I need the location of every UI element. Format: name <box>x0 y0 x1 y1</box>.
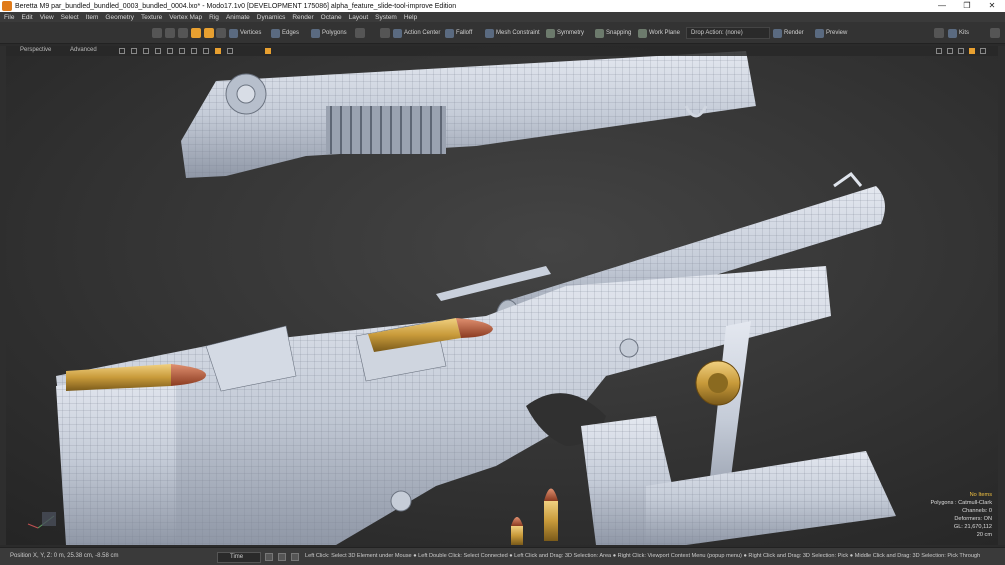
grip-mesh <box>56 371 176 545</box>
action-center-icon <box>393 28 402 38</box>
falloff-button[interactable]: Falloff <box>445 27 472 39</box>
view-settings-icon[interactable] <box>980 48 986 54</box>
menu-render[interactable]: Render <box>292 14 313 21</box>
menu-view[interactable]: View <box>40 14 54 21</box>
vertices-button[interactable]: Vertices <box>229 27 261 39</box>
symmetry-icon <box>546 28 555 38</box>
snapping-button[interactable]: Snapping <box>595 27 631 39</box>
time-toggle[interactable]: Time <box>217 552 261 563</box>
edit-view-icon[interactable] <box>969 48 975 54</box>
menu-system[interactable]: System <box>375 14 397 21</box>
menu-item[interactable]: Item <box>86 14 99 21</box>
move-view-icon[interactable] <box>936 48 942 54</box>
right-panel-edge[interactable] <box>998 46 1005 545</box>
preview-icon <box>815 28 824 38</box>
camera-icon[interactable] <box>167 48 173 54</box>
search-icon[interactable] <box>934 28 944 38</box>
items-mode-icon[interactable] <box>204 28 214 38</box>
menu-dynamics[interactable]: Dynamics <box>257 14 286 21</box>
selection-sets-icon[interactable] <box>355 28 365 38</box>
symmetry-button[interactable]: Symmetry <box>546 27 584 39</box>
close-button[interactable]: ✕ <box>980 0 1004 12</box>
materials-mode-icon[interactable] <box>216 28 226 38</box>
edges-icon <box>271 28 280 38</box>
active-option-icon[interactable] <box>215 48 221 54</box>
mesh-constraint-button[interactable]: Mesh Constraint <box>485 27 540 39</box>
deformers-info: Deformers: ON <box>954 516 992 522</box>
view-type-label[interactable]: Perspective <box>20 47 51 53</box>
render-button[interactable]: Render <box>773 27 804 39</box>
menu-geometry[interactable]: Geometry <box>105 14 134 21</box>
wireframe-icon[interactable] <box>131 48 137 54</box>
light-icon[interactable] <box>179 48 185 54</box>
kits-icon <box>948 28 957 38</box>
texture-icon[interactable] <box>155 48 161 54</box>
menu-select[interactable]: Select <box>61 14 79 21</box>
title-bar: Beretta M9 par_bundled_bundled_0003_bund… <box>0 0 1005 12</box>
menu-animate[interactable]: Animate <box>226 14 250 21</box>
work-plane-icon <box>638 28 647 38</box>
auto-select-icon[interactable] <box>191 28 201 38</box>
menu-help[interactable]: Help <box>404 14 417 21</box>
work-plane-button[interactable]: Work Plane <box>638 27 680 39</box>
kits-button[interactable]: Kits <box>948 27 969 39</box>
vertices-icon <box>229 28 238 38</box>
lock-icon[interactable] <box>227 48 233 54</box>
falloff-icon <box>445 28 454 38</box>
maximize-button[interactable]: ❐ <box>955 0 979 12</box>
rotate-view-icon[interactable] <box>947 48 953 54</box>
edges-button[interactable]: Edges <box>271 27 299 39</box>
items-count: No Items <box>969 492 992 498</box>
layout-button-2[interactable] <box>278 553 286 561</box>
render-icon <box>773 28 782 38</box>
cartridge-3 <box>544 488 558 541</box>
main-toolbar: Vertices Edges Polygons Action Center Fa… <box>0 22 1005 44</box>
polygons-icon <box>311 28 320 38</box>
layout-toggle-icon[interactable] <box>990 28 1000 38</box>
viewport-header: Perspective Advanced <box>6 46 998 56</box>
window-title: Beretta M9 par_bundled_bundled_0003_bund… <box>15 2 457 10</box>
zoom-view-icon[interactable] <box>958 48 964 54</box>
transform-tool-icon[interactable] <box>152 28 162 38</box>
layout-button-1[interactable] <box>265 553 273 561</box>
menu-octane[interactable]: Octane <box>321 14 342 21</box>
shading-mode-label[interactable]: Advanced <box>70 47 97 53</box>
info-button[interactable] <box>291 553 299 561</box>
time-label: Time <box>230 554 244 560</box>
modo-app-icon <box>2 1 12 11</box>
minimize-button[interactable]: — <box>930 0 954 12</box>
snap-toggle-icon[interactable] <box>380 28 390 38</box>
menu-edit[interactable]: Edit <box>21 14 32 21</box>
menu-bar: File Edit View Select Item Geometry Text… <box>0 12 1005 22</box>
select-tool-icon[interactable] <box>165 28 175 38</box>
channels-info: Channels: 0 <box>962 508 992 514</box>
snapping-icon <box>595 28 604 38</box>
polygons-button[interactable]: Polygons <box>311 27 347 39</box>
model-render <box>6 46 998 545</box>
menu-vertex-map[interactable]: Vertex Map <box>169 14 202 21</box>
menu-rig[interactable]: Rig <box>209 14 219 21</box>
lasso-tool-icon[interactable] <box>178 28 188 38</box>
position-readout: Position X, Y, Z: 0 m, 25.38 cm, -8.58 c… <box>10 553 119 559</box>
mouse-hint: Left Click: Select 3D Element under Mous… <box>305 553 981 559</box>
action-center-button[interactable]: Action Center <box>393 27 440 39</box>
menu-texture[interactable]: Texture <box>141 14 162 21</box>
visibility-icon[interactable] <box>203 48 209 54</box>
scale-info: 20 cm <box>976 532 992 538</box>
render-view-icon[interactable] <box>265 48 271 54</box>
preview-button[interactable]: Preview <box>815 27 847 39</box>
drop-action-select[interactable]: Drop Action: (none) <box>686 27 770 39</box>
ruler-icon[interactable] <box>191 48 197 54</box>
grid-icon[interactable] <box>119 48 125 54</box>
mesh-constraint-icon <box>485 28 494 38</box>
menu-layout[interactable]: Layout <box>349 14 369 21</box>
polygons-info: Polygons : Catmull-Clark <box>930 500 992 506</box>
gl-info: GL: 21,670,112 <box>953 524 992 530</box>
3d-viewport[interactable]: Perspective Advanced No Items Polygons:… <box>6 46 998 545</box>
menu-file[interactable]: File <box>4 14 14 21</box>
shaded-icon[interactable] <box>143 48 149 54</box>
viewport-stats: No Items Polygons : Catmull-Clark Channe… <box>930 491 992 539</box>
status-bar: Position X, Y, Z: 0 m, 25.38 cm, -8.58 c… <box>0 547 1005 565</box>
